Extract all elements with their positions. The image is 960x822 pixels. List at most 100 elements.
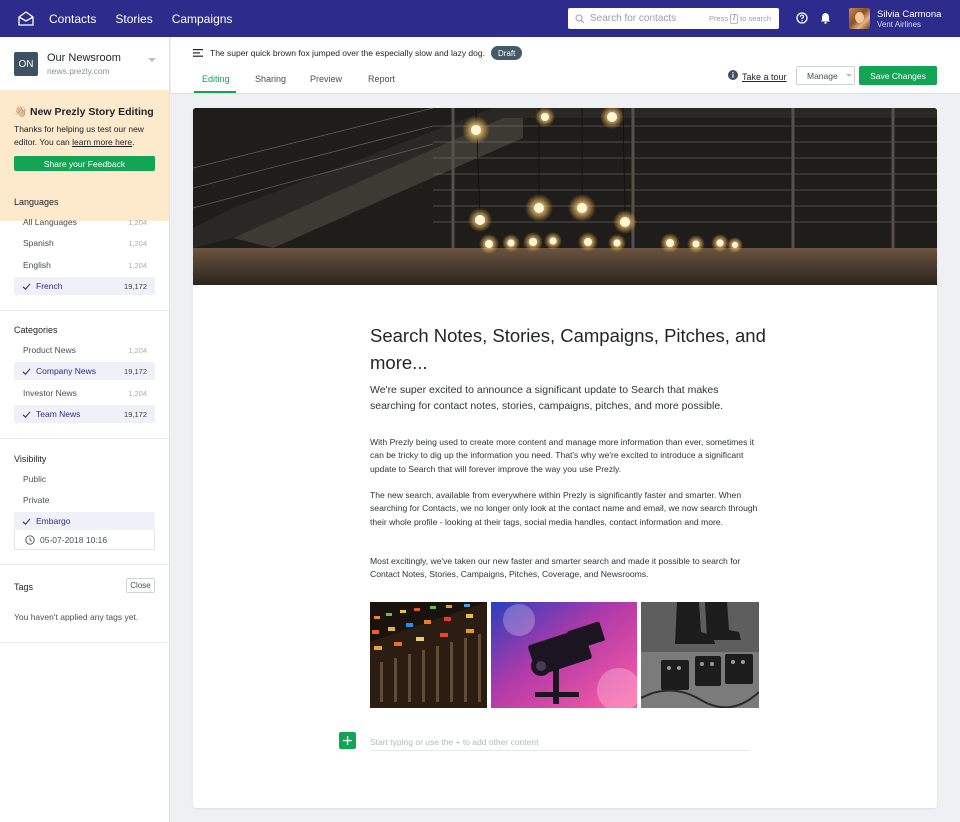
take-tour-link[interactable]: Take a tour	[742, 72, 787, 82]
bell-icon[interactable]	[820, 12, 831, 24]
visibility-label: Embargo	[36, 516, 71, 526]
prezly-logo-icon[interactable]	[17, 10, 35, 28]
plus-icon	[343, 736, 352, 745]
newsroom-url: news.prezly.com	[47, 66, 110, 76]
category-label: Investor News	[23, 388, 77, 398]
category-item-team[interactable]: Team News 19,172	[14, 405, 155, 423]
language-item-french[interactable]: French 19,172	[14, 277, 155, 295]
category-count: 1,204	[128, 345, 147, 355]
category-count: 19,172	[124, 366, 147, 376]
clock-icon	[25, 534, 35, 545]
category-label: Team News	[36, 409, 81, 419]
categories-title: Categories	[14, 325, 58, 335]
gallery-image-mixer[interactable]	[370, 602, 487, 708]
share-feedback-button[interactable]: Share your Feedback	[14, 156, 155, 171]
language-count: 1,204	[128, 238, 147, 248]
check-icon	[22, 367, 31, 375]
divider	[0, 438, 169, 439]
divider	[0, 310, 169, 311]
add-content-button[interactable]	[339, 732, 356, 749]
hero-image[interactable]	[193, 108, 937, 285]
user-name[interactable]: Silvia Carmona	[877, 9, 941, 20]
sidebar: ON Our Newsroom news.prezly.com 👋🏼 New P…	[0, 37, 170, 822]
visibility-item-public[interactable]: Public	[14, 470, 155, 488]
divider	[0, 642, 169, 643]
nav-link-stories[interactable]: Stories	[115, 12, 152, 26]
nav-link-contacts[interactable]: Contacts	[49, 12, 96, 26]
search-box[interactable]: Press / to search	[568, 8, 779, 29]
add-content-input[interactable]	[370, 734, 750, 751]
tab-preview[interactable]: Preview	[310, 74, 342, 84]
language-count: 19,172	[124, 281, 147, 291]
user-org: Vent Airlines	[877, 20, 922, 29]
embargo-date: 05-07-2018 10:16	[40, 534, 108, 545]
check-icon	[22, 517, 31, 525]
tags-empty-text: You haven't applied any tags yet.	[14, 612, 139, 622]
search-input[interactable]	[590, 13, 700, 24]
search-hint-prefix: Press	[709, 14, 729, 23]
language-count: 1,204	[128, 217, 147, 227]
gallery-image-camera[interactable]	[491, 602, 637, 708]
check-icon	[22, 410, 31, 418]
newsroom-name[interactable]: Our Newsroom	[47, 52, 121, 64]
story-title[interactable]: The super quick brown fox jumped over th…	[210, 48, 485, 58]
nav-link-campaigns[interactable]: Campaigns	[172, 12, 233, 26]
languages-title: Languages	[14, 197, 59, 207]
visibility-label: Private	[23, 495, 50, 505]
language-label: Spanish	[23, 238, 54, 248]
language-label: English	[23, 260, 51, 270]
search-hint: Press / to search	[709, 13, 771, 24]
top-nav: Contacts Stories Campaigns Press / to se…	[0, 0, 960, 37]
language-label: All Languages	[23, 217, 77, 227]
newsroom-badge: ON	[14, 52, 38, 76]
category-count: 1,204	[128, 388, 147, 398]
category-item-investor[interactable]: Investor News 1,204	[14, 384, 155, 402]
editor-card: Search Notes, Stories, Campaigns, Pitche…	[193, 108, 937, 808]
article-title[interactable]: Search Notes, Stories, Campaigns, Pitche…	[370, 322, 770, 376]
article-paragraph[interactable]: The new search, available from everywher…	[370, 489, 765, 529]
avatar[interactable]	[849, 8, 870, 29]
chevron-down-icon	[845, 74, 852, 77]
menu-icon[interactable]	[193, 49, 203, 57]
category-label: Product News	[23, 345, 76, 355]
story-header: The super quick brown fox jumped over th…	[171, 37, 960, 94]
visibility-item-private[interactable]: Private	[14, 491, 155, 509]
visibility-label: Public	[23, 474, 47, 484]
visibility-title: Visibility	[14, 454, 47, 464]
check-icon	[22, 282, 31, 290]
language-label: French	[36, 281, 63, 291]
divider	[0, 564, 169, 565]
article-paragraph[interactable]: Most excitingly, we've taken our new fas…	[370, 555, 765, 582]
status-badge: Draft	[491, 46, 523, 60]
manage-label: Manage	[807, 70, 838, 81]
search-hint-suffix: to search	[740, 14, 771, 23]
help-icon[interactable]	[796, 12, 808, 24]
language-count: 1,204	[128, 260, 147, 270]
gallery-image-pedals[interactable]	[641, 602, 759, 708]
language-item-all[interactable]: All Languages 1,204	[14, 213, 155, 231]
tab-sharing[interactable]: Sharing	[255, 74, 286, 84]
tab-editing[interactable]: Editing	[202, 74, 230, 84]
language-item-spanish[interactable]: Spanish 1,204	[14, 234, 155, 252]
language-item-english[interactable]: English 1,204	[14, 256, 155, 274]
category-count: 19,172	[124, 409, 147, 419]
promo-text: Thanks for helping us test our new edito…	[14, 123, 159, 149]
visibility-item-embargo[interactable]: Embargo	[14, 512, 155, 530]
article-lead[interactable]: We're super excited to announce a signif…	[370, 382, 760, 414]
manage-dropdown[interactable]: Manage	[796, 66, 855, 85]
newsroom-dropdown-icon[interactable]	[148, 58, 156, 62]
search-hint-key: /	[730, 13, 739, 24]
embargo-date-field[interactable]: 05-07-2018 10:16	[14, 530, 155, 550]
search-icon	[575, 14, 585, 23]
category-item-product[interactable]: Product News 1,204	[14, 341, 155, 359]
article-paragraph[interactable]: With Prezly being used to create more co…	[370, 436, 765, 476]
learn-more-link[interactable]: learn more here	[72, 137, 132, 147]
info-icon	[728, 70, 738, 80]
tags-close-button[interactable]: Close	[126, 578, 155, 593]
save-changes-button[interactable]: Save Changes	[859, 66, 937, 85]
promo-text-after: .	[132, 137, 135, 147]
category-item-company[interactable]: Company News 19,172	[14, 362, 155, 380]
active-tab-indicator	[194, 91, 236, 93]
tags-title: Tags	[14, 582, 34, 592]
tab-report[interactable]: Report	[368, 74, 395, 84]
